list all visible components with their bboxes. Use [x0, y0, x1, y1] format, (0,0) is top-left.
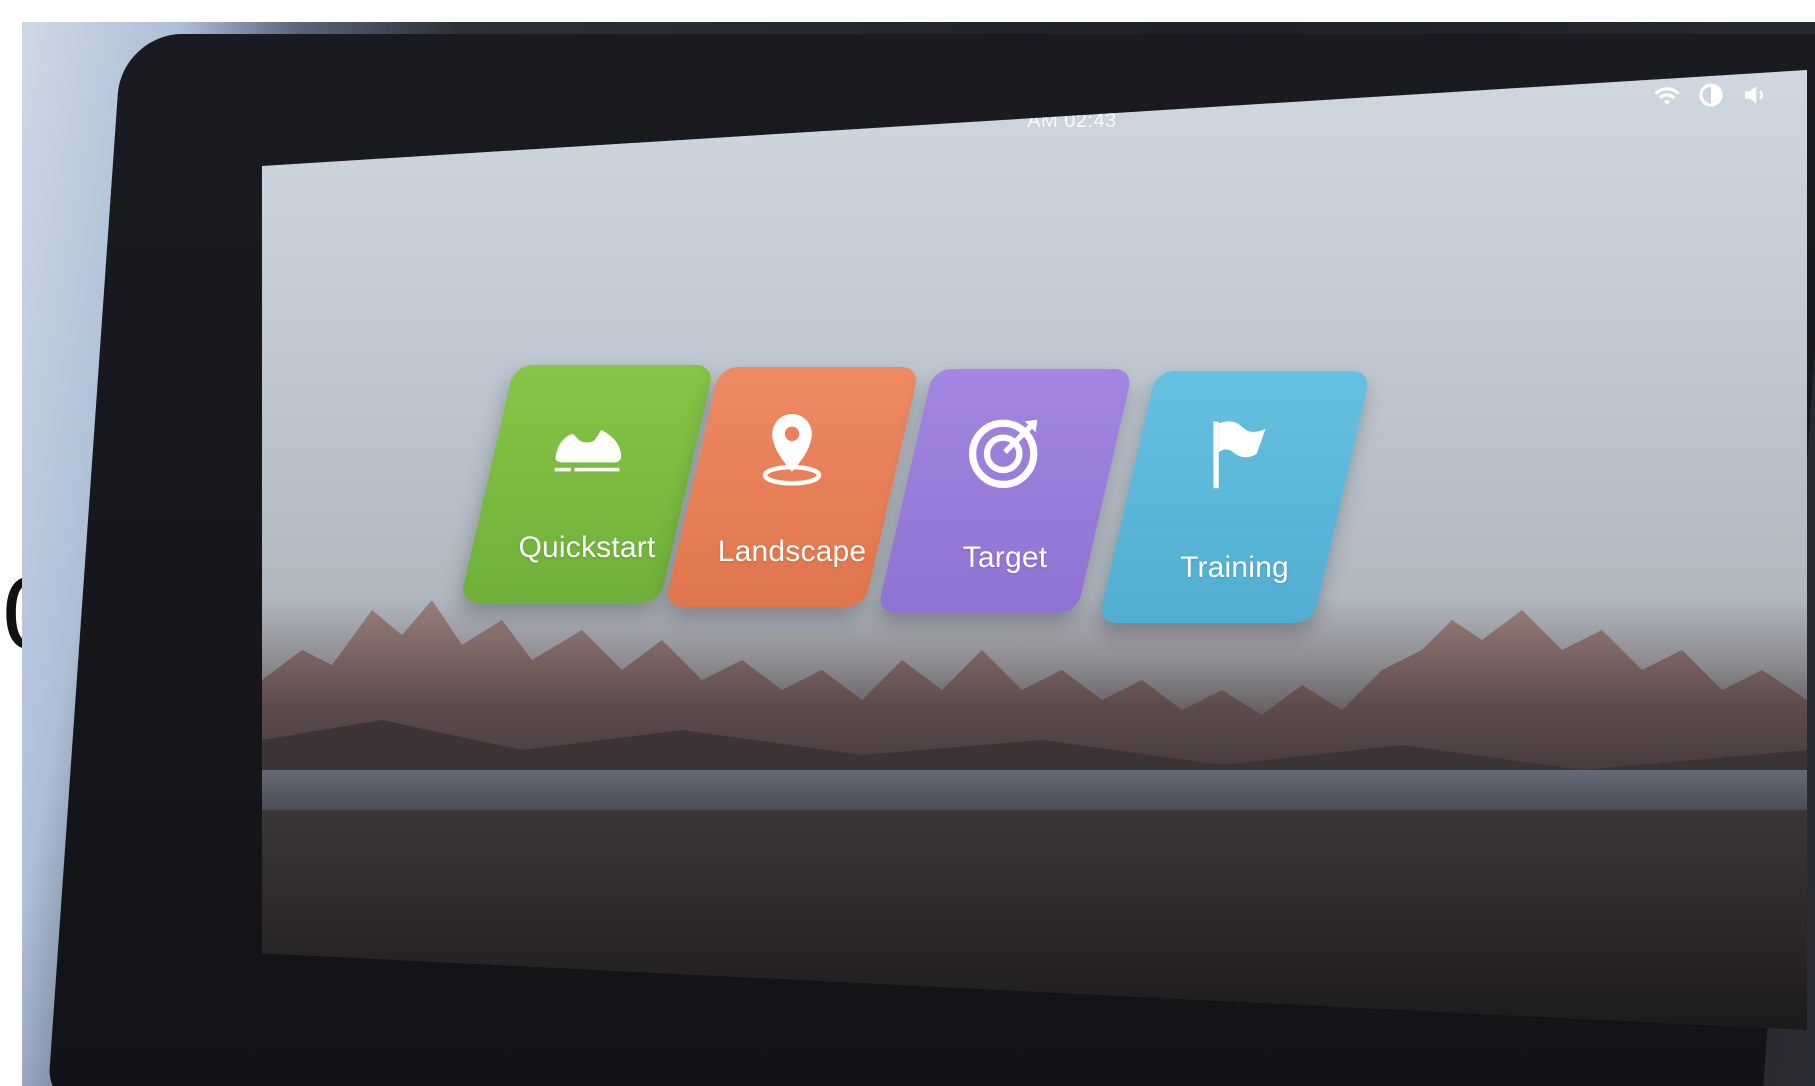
- device-screen: AM 02:43 Quickstart Landscape Target Tra…: [262, 70, 1807, 1030]
- tile-training[interactable]: Training: [1097, 371, 1372, 623]
- photo-backdrop: AM 02:43 Quickstart Landscape Target Tra…: [22, 22, 1815, 1086]
- tile-target[interactable]: Target: [876, 369, 1134, 613]
- wifi-icon[interactable]: [1652, 80, 1682, 110]
- location-pin-icon: [762, 414, 822, 486]
- tile-label: Target: [962, 541, 1048, 574]
- tile-label: Quickstart: [518, 531, 656, 564]
- status-icons: [1652, 80, 1770, 110]
- volume-icon[interactable]: [1740, 80, 1770, 110]
- target-icon: [969, 419, 1038, 488]
- cropped-edge-glyph: 0: [0, 560, 22, 670]
- brightness-icon[interactable]: [1696, 80, 1726, 110]
- flag-icon: [1212, 421, 1266, 489]
- tile-label: Landscape: [717, 535, 867, 568]
- lake: [262, 770, 1807, 810]
- app-launcher: Quickstart Landscape Target Training: [459, 335, 1372, 623]
- shoe-icon: [554, 430, 622, 472]
- tile-label: Training: [1180, 551, 1289, 584]
- tile-landscape[interactable]: Landscape: [664, 367, 920, 607]
